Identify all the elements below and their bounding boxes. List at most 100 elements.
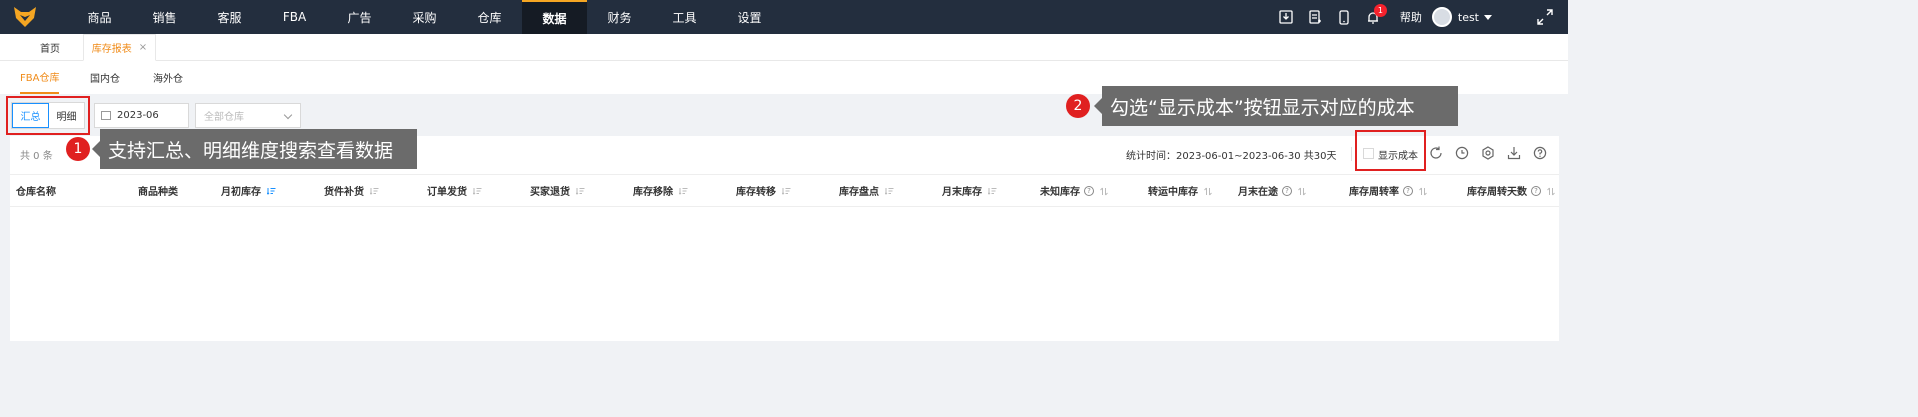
sort-icon[interactable] [678, 187, 688, 195]
settings-icon[interactable] [1481, 146, 1495, 160]
chevron-down-icon [283, 110, 293, 120]
column-header-label: 库存周转天数 [1467, 187, 1527, 198]
clock-icon[interactable] [1455, 146, 1469, 160]
column-header[interactable]: 库存周转率? [1349, 175, 1428, 206]
table-body [10, 207, 1559, 341]
page-tab-bar: 首页 库存报表 × [0, 34, 1568, 61]
sort-icon[interactable] [369, 187, 379, 195]
close-icon[interactable]: × [139, 42, 147, 53]
refresh-icon[interactable] [1429, 146, 1443, 160]
nav-item-10[interactable]: 设置 [717, 0, 782, 34]
column-header-label: 转运中库存 [1148, 187, 1198, 198]
sort-icon[interactable] [266, 187, 276, 195]
nav-item-8[interactable]: 财务 [587, 0, 652, 34]
column-header[interactable]: 库存周转天数? [1467, 175, 1556, 206]
column-header[interactable]: 未知库存? [1040, 175, 1109, 206]
nav-item-0[interactable]: 商品 [67, 0, 132, 34]
calendar-icon [101, 111, 111, 120]
tab-inventory-report-label: 库存报表 [91, 44, 132, 55]
fullscreen-icon[interactable] [1537, 9, 1553, 25]
column-header-label: 买家退货 [530, 187, 570, 198]
callout-number-1: 1 [66, 137, 90, 161]
column-header-label: 仓库名称 [16, 187, 56, 198]
user-name[interactable]: test [1458, 11, 1479, 24]
sort-icon[interactable] [1204, 187, 1213, 195]
column-header-label: 月初库存 [221, 187, 261, 198]
sort-icon[interactable] [1547, 187, 1556, 195]
column-header-label: 月末库存 [942, 187, 982, 198]
avatar[interactable] [1431, 7, 1452, 27]
help-icon[interactable]: ? [1282, 185, 1292, 196]
sort-icon[interactable] [987, 187, 997, 195]
nav-item-4[interactable]: 广告 [327, 0, 392, 34]
tab-inventory-report[interactable]: 库存报表 × [83, 34, 156, 61]
nav-item-2[interactable]: 客服 [197, 0, 262, 34]
callout-text-2: 勾选“显示成本”按钮显示对应的成本 [1102, 86, 1458, 126]
column-header[interactable]: 订单发货 [427, 175, 482, 206]
sort-icon[interactable] [884, 187, 894, 195]
subtab-fba-warehouse[interactable]: FBA仓库 [20, 61, 60, 94]
annotation-box-show-cost [1355, 130, 1426, 171]
column-header[interactable]: 仓库名称 [16, 175, 56, 206]
sort-icon[interactable] [1298, 187, 1307, 195]
nav-item-6[interactable]: 仓库 [457, 0, 522, 34]
annotation-box-toggle [6, 96, 90, 135]
sort-icon[interactable] [1419, 187, 1428, 195]
column-header-label: 库存移除 [633, 187, 673, 198]
divider [1351, 147, 1352, 161]
stat-period: 统计时间：2023-06-01~2023-06-30 共30天 [1126, 151, 1337, 162]
column-header-label: 库存周转率 [1349, 187, 1399, 198]
column-header[interactable]: 货件补货 [324, 175, 379, 206]
nav-item-1[interactable]: 销售 [132, 0, 197, 34]
column-header-label: 货件补货 [324, 187, 364, 198]
column-header-label: 库存转移 [736, 187, 776, 198]
column-header[interactable]: 商品种类 [138, 175, 178, 206]
mobile-icon[interactable] [1330, 0, 1359, 34]
help-icon[interactable] [1533, 146, 1547, 160]
column-header-label: 未知库存 [1040, 187, 1080, 198]
column-header-label: 月末在途 [1238, 187, 1278, 198]
help-icon[interactable]: ? [1084, 185, 1094, 196]
callout-pointer [1094, 98, 1102, 114]
subtab-overseas-warehouse[interactable]: 海外仓 [153, 61, 183, 94]
table-header: 仓库名称 商品种类 月初库存 货件补货 订单发货 买家退货 库存移除 库存转移 库存盘点 月末库存… [10, 174, 1559, 207]
warehouse-select[interactable]: 全部仓库 [195, 103, 301, 128]
sort-icon[interactable] [575, 187, 585, 195]
sort-icon[interactable] [781, 187, 791, 195]
help-icon[interactable]: ? [1403, 185, 1413, 196]
month-picker[interactable]: 2023-06 [94, 103, 189, 128]
subtab-domestic-warehouse[interactable]: 国内仓 [90, 61, 120, 94]
sort-icon[interactable] [1100, 187, 1109, 195]
top-nav: 商品 销售 客服 FBA 广告 采购 仓库 数据 财务 工具 设置 1 帮助 test [0, 0, 1568, 34]
column-header[interactable]: 月初库存 [221, 175, 276, 206]
callout-number-2: 2 [1066, 94, 1090, 118]
column-header[interactable]: 月末库存 [942, 175, 997, 206]
download-icon[interactable] [1272, 0, 1301, 34]
chevron-down-icon[interactable] [1484, 14, 1492, 20]
task-list-icon[interactable] [1301, 0, 1330, 34]
column-header[interactable]: 库存盘点 [839, 175, 894, 206]
column-header[interactable]: 库存转移 [736, 175, 791, 206]
column-header[interactable]: 转运中库存 [1148, 175, 1213, 206]
help-link[interactable]: 帮助 [1400, 9, 1422, 25]
nav-item-9[interactable]: 工具 [652, 0, 717, 34]
export-icon[interactable] [1507, 146, 1521, 160]
logo-icon[interactable] [0, 0, 50, 34]
month-value: 2023-06 [117, 110, 159, 121]
help-icon[interactable]: ? [1531, 185, 1541, 196]
column-header[interactable]: 月末在途? [1238, 175, 1307, 206]
column-header-label: 商品种类 [138, 187, 178, 198]
sort-icon[interactable] [472, 187, 482, 195]
tab-home[interactable]: 首页 [30, 34, 70, 61]
callout-pointer [92, 141, 100, 157]
column-header-label: 库存盘点 [839, 187, 879, 198]
column-header[interactable]: 买家退货 [530, 175, 585, 206]
bell-icon[interactable]: 1 [1359, 0, 1388, 34]
nav-item-3[interactable]: FBA [262, 0, 327, 34]
nav-item-7[interactable]: 数据 [522, 0, 587, 34]
nav-item-5[interactable]: 采购 [392, 0, 457, 34]
column-header[interactable]: 库存移除 [633, 175, 688, 206]
total-count: 共 0 条 [20, 151, 53, 162]
callout-text-1: 支持汇总、明细维度搜索查看数据 [100, 129, 417, 169]
warehouse-select-placeholder: 全部仓库 [204, 112, 244, 123]
